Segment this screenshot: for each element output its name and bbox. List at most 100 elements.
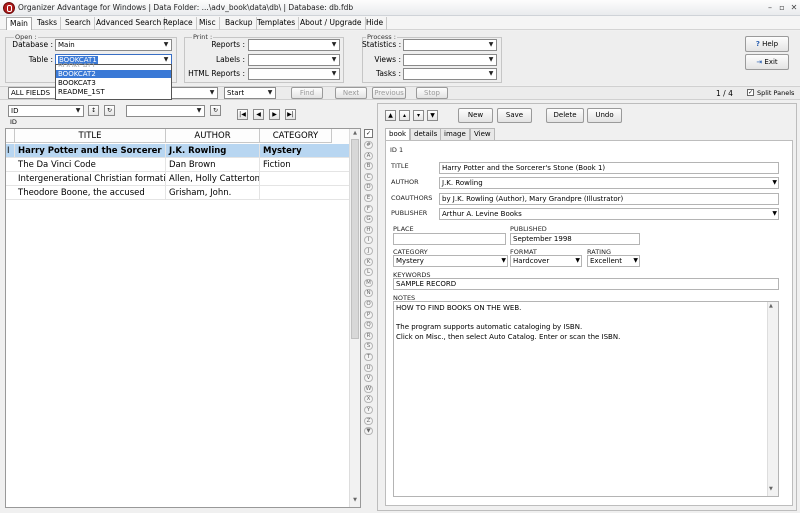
letter-button[interactable]: H xyxy=(364,225,373,234)
save-button[interactable]: Save xyxy=(497,108,532,123)
refresh-button[interactable]: ↻ xyxy=(104,105,115,116)
stop-button[interactable]: Stop xyxy=(416,87,448,99)
coauthors-field[interactable]: by J.K. Rowling (Author), Mary Grandpre … xyxy=(439,193,779,205)
menu-hide[interactable]: Hide xyxy=(363,17,388,30)
publisher-field[interactable]: Arthur A. Levine Books ▼ xyxy=(439,208,779,220)
reports-select[interactable]: ▼ xyxy=(248,39,340,51)
letter-button[interactable]: A xyxy=(364,151,373,160)
move-bottom-button[interactable]: ▼ xyxy=(427,110,438,121)
letter-button[interactable]: U xyxy=(364,363,373,372)
table-row[interactable]: Theodore Boone, the accused Grisham, Joh… xyxy=(6,186,358,200)
menu-tasks[interactable]: Tasks xyxy=(34,17,62,30)
table-row[interactable]: Intergenerational Christian formati Alle… xyxy=(6,172,358,186)
title-field[interactable]: Harry Potter and the Sorcerer's Stone (B… xyxy=(439,162,779,174)
menu-misc[interactable]: Misc xyxy=(196,17,220,30)
letter-button[interactable]: Z xyxy=(364,416,373,425)
published-field[interactable]: September 1998 xyxy=(510,233,640,245)
author-cell[interactable]: Grisham, John. xyxy=(166,186,260,200)
scroll-down-letters-icon[interactable]: ▼ xyxy=(364,427,373,436)
letter-button[interactable]: N xyxy=(364,289,373,298)
title-cell[interactable]: The Da Vinci Code xyxy=(15,158,166,172)
menu-advanced-search[interactable]: Advanced Search xyxy=(93,17,166,30)
author-cell[interactable]: Dan Brown xyxy=(166,158,260,172)
column-author[interactable]: AUTHOR xyxy=(166,129,260,143)
first-record-button[interactable]: |◀ xyxy=(237,109,248,120)
letter-button[interactable]: Y xyxy=(364,406,373,414)
place-field[interactable] xyxy=(393,233,506,245)
category-cell[interactable] xyxy=(260,172,358,186)
html-reports-select[interactable]: ▼ xyxy=(248,68,340,80)
category-field[interactable]: Mystery ▼ xyxy=(393,255,508,267)
letter-button[interactable]: S xyxy=(364,342,373,351)
views-select[interactable]: ▼ xyxy=(403,54,497,66)
author-field[interactable]: J.K. Rowling ▼ xyxy=(439,177,779,189)
letter-button[interactable]: G xyxy=(364,215,373,224)
letter-button[interactable]: M xyxy=(364,278,373,287)
move-up-button[interactable]: ▴ xyxy=(399,110,410,121)
letter-button[interactable]: J xyxy=(364,247,373,255)
title-cell[interactable]: Intergenerational Christian formati xyxy=(15,172,166,186)
tab-image[interactable]: image xyxy=(440,128,470,140)
dropdown-option-readme[interactable]: README_1ST xyxy=(58,88,105,96)
menu-replace[interactable]: Replace xyxy=(160,17,197,30)
database-select[interactable]: Main ▼ xyxy=(55,39,172,51)
help-button[interactable]: ? Help xyxy=(745,36,789,52)
scroll-thumb[interactable] xyxy=(351,139,359,339)
category-cell[interactable] xyxy=(260,186,358,200)
tab-view[interactable]: View xyxy=(470,128,495,140)
menu-about-upgrade[interactable]: About / Upgrade xyxy=(297,17,366,30)
move-top-button[interactable]: ▲ xyxy=(385,110,396,121)
category-cell[interactable]: Mystery xyxy=(260,144,358,158)
previous-button[interactable]: Previous xyxy=(372,87,406,99)
title-cell[interactable]: Theodore Boone, the accused xyxy=(15,186,166,200)
alphabet-toggle-checkbox[interactable]: ✓ xyxy=(364,129,373,138)
tasks-select[interactable]: ▼ xyxy=(403,68,497,80)
filter-select[interactable]: ▼ xyxy=(126,105,205,117)
category-cell[interactable]: Fiction xyxy=(260,158,358,172)
tab-details[interactable]: details xyxy=(410,128,442,140)
author-cell[interactable]: J.K. Rowling xyxy=(166,144,260,158)
scroll-down-icon[interactable]: ▼ xyxy=(351,497,359,505)
move-down-button[interactable]: ▾ xyxy=(413,110,424,121)
column-category[interactable]: CATEGORY xyxy=(260,129,332,143)
close-button[interactable]: ✕ xyxy=(789,3,799,13)
letter-button[interactable]: L xyxy=(364,268,373,277)
last-record-button[interactable]: ▶| xyxy=(285,109,296,120)
statistics-select[interactable]: ▼ xyxy=(403,39,497,51)
sort-order-button[interactable]: ↕ xyxy=(88,105,99,116)
author-cell[interactable]: Allen, Holly Catterton xyxy=(166,172,260,186)
menu-templates[interactable]: Templates xyxy=(254,17,300,30)
new-button[interactable]: New xyxy=(458,108,493,123)
letter-button[interactable]: E xyxy=(364,194,373,202)
minimize-button[interactable]: – xyxy=(765,3,775,13)
letter-button[interactable]: B xyxy=(364,162,373,171)
undo-button[interactable]: Undo xyxy=(587,108,622,123)
search-position-select[interactable]: Start ▼ xyxy=(224,87,276,99)
letter-button[interactable]: D xyxy=(364,183,373,192)
scroll-up-icon[interactable]: ▲ xyxy=(351,130,359,138)
letter-button[interactable]: T xyxy=(364,353,373,361)
menu-backup[interactable]: Backup xyxy=(222,17,257,30)
exit-button[interactable]: ⇥ Exit xyxy=(745,54,789,70)
table-row[interactable]: I Harry Potter and the Sorcerer J.K. Row… xyxy=(6,144,358,158)
notes-field[interactable]: HOW TO FIND BOOKS ON THE WEB. The progra… xyxy=(393,301,779,497)
split-panels-checkbox[interactable]: ✓ xyxy=(747,89,754,96)
tab-book[interactable]: book xyxy=(385,128,411,140)
letter-button[interactable]: O xyxy=(364,300,373,308)
menu-search[interactable]: Search xyxy=(62,17,95,30)
letter-button[interactable]: I xyxy=(364,236,373,245)
letter-button[interactable]: R xyxy=(364,331,373,340)
grid-scrollbar[interactable]: ▲ ▼ xyxy=(349,129,360,507)
letter-button[interactable]: X xyxy=(364,395,373,404)
letter-button[interactable]: # xyxy=(364,141,373,149)
filter-refresh-button[interactable]: ↻ xyxy=(210,105,221,116)
rating-field[interactable]: Excellent ▼ xyxy=(587,255,640,267)
notes-scrollbar[interactable]: ▲ ▼ xyxy=(767,302,778,496)
dropdown-option-bookcat1[interactable]: BOOKCAT1 xyxy=(58,62,96,67)
menu-main[interactable]: Main xyxy=(6,17,32,30)
labels-select[interactable]: ▼ xyxy=(248,54,340,66)
format-field[interactable]: Hardcover ▼ xyxy=(510,255,582,267)
keywords-field[interactable]: SAMPLE RECORD xyxy=(393,278,779,290)
restore-button[interactable]: ▫ xyxy=(777,3,787,13)
dropdown-option-bookcat2[interactable]: BOOKCAT2 xyxy=(56,70,171,78)
